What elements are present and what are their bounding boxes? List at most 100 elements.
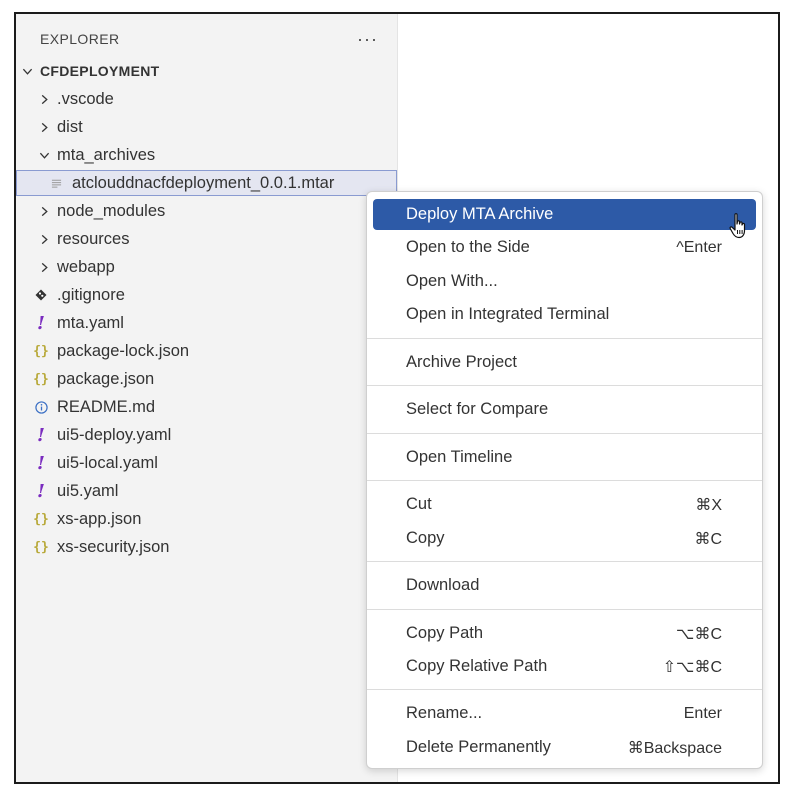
menu-separator — [367, 433, 762, 434]
tree-folder[interactable]: mta_archives — [16, 142, 397, 168]
json-icon: {} — [33, 343, 49, 359]
menu-item-label: Open Timeline — [406, 448, 513, 466]
tree-item-label: ui5.yaml — [57, 481, 119, 500]
tree-root-label: CFDEPLOYMENT — [40, 63, 160, 79]
menu-item-deploy-mta-archive[interactable]: Deploy MTA Archive — [373, 199, 756, 230]
menu-item-shortcut: ⇧⌥⌘C — [662, 658, 722, 676]
tree-item-label: README.md — [57, 397, 156, 416]
menu-item-download[interactable]: Download — [373, 570, 756, 601]
tree-file[interactable]: README.md — [16, 394, 397, 420]
chevron-right-icon — [37, 260, 51, 274]
menu-separator — [367, 385, 762, 386]
menu-item-label: Archive Project — [406, 353, 517, 371]
menu-item-label: Copy Path — [406, 624, 484, 642]
tree-item-label: .vscode — [57, 89, 114, 108]
tree-item-label: resources — [57, 229, 130, 248]
menu-item-select-for-compare[interactable]: Select for Compare — [373, 394, 756, 425]
menu-item-label: Cut — [406, 495, 432, 513]
tree-folder[interactable]: .vscode — [16, 86, 397, 112]
tree-folder[interactable]: node_modules — [16, 198, 397, 224]
json-icon: {} — [33, 371, 49, 387]
menu-separator — [367, 338, 762, 339]
tree-item-label: package-lock.json — [57, 341, 190, 360]
context-menu: Deploy MTA Archive Open to the Side ^Ent… — [366, 191, 763, 769]
menu-item-label: Delete Permanently — [406, 738, 551, 756]
menu-item-shortcut: ^Enter — [676, 238, 722, 256]
git-icon — [33, 289, 49, 301]
explorer-header: EXPLORER ··· — [40, 28, 382, 50]
menu-item-archive-project[interactable]: Archive Project — [373, 347, 756, 378]
tree-item-label: atclouddnacfdeployment_0.0.1.mtar — [72, 173, 335, 192]
menu-item-label: Open in Integrated Terminal — [406, 305, 610, 323]
menu-item-rename[interactable]: Rename... Enter — [373, 698, 756, 729]
menu-item-shortcut: ⌘X — [695, 496, 722, 514]
tree-file[interactable]: ! ui5-local.yaml — [16, 450, 397, 476]
tree-file[interactable]: {} xs-app.json — [16, 506, 397, 532]
menu-item-delete-permanently[interactable]: Delete Permanently ⌘Backspace — [373, 732, 756, 763]
chevron-right-icon — [37, 120, 51, 134]
menu-item-copy-path[interactable]: Copy Path ⌥⌘C — [373, 618, 756, 649]
menu-item-shortcut: ⌘Backspace — [627, 739, 722, 757]
chevron-right-icon — [37, 232, 51, 246]
menu-item-label: Open to the Side — [406, 238, 530, 256]
menu-item-open-to-the-side[interactable]: Open to the Side ^Enter — [373, 232, 756, 263]
menu-separator — [367, 689, 762, 690]
tree-file[interactable]: .gitignore — [16, 282, 397, 308]
menu-separator — [367, 480, 762, 481]
tree-root-cfdeployment[interactable]: CFDEPLOYMENT — [16, 58, 397, 84]
menu-item-shortcut: Enter — [683, 704, 722, 722]
tree-folder[interactable]: webapp — [16, 254, 397, 280]
yaml-icon: ! — [37, 452, 45, 474]
explorer-sidebar: EXPLORER ··· CFDEPLOYMENT .vscode dist m… — [16, 14, 398, 782]
chevron-right-icon — [37, 92, 51, 106]
json-icon: {} — [33, 511, 49, 527]
tree-folder[interactable]: resources — [16, 226, 397, 252]
lines-icon — [48, 178, 64, 189]
tree-item-label: webapp — [57, 257, 115, 276]
menu-item-label: Download — [406, 576, 480, 594]
menu-item-open-with[interactable]: Open With... — [373, 266, 756, 297]
menu-item-label: Copy Relative Path — [406, 657, 548, 675]
menu-item-copy-relative-path[interactable]: Copy Relative Path ⇧⌥⌘C — [373, 651, 756, 682]
tree-file-selected[interactable]: atclouddnacfdeployment_0.0.1.mtar — [16, 170, 397, 196]
menu-item-label: Rename... — [406, 704, 483, 722]
tree-item-label: node_modules — [57, 201, 166, 220]
tree-item-label: .gitignore — [57, 285, 125, 304]
explorer-title: EXPLORER — [40, 31, 120, 47]
menu-item-label: Copy — [406, 529, 445, 547]
yaml-icon: ! — [37, 312, 45, 334]
tree-item-label: xs-app.json — [57, 509, 142, 528]
menu-item-shortcut: ⌘C — [694, 530, 722, 548]
menu-item-copy[interactable]: Copy ⌘C — [373, 523, 756, 554]
tree-item-label: mta.yaml — [57, 313, 124, 332]
tree-folder[interactable]: dist — [16, 114, 397, 140]
chevron-down-icon — [20, 64, 34, 78]
menu-item-label: Open With... — [406, 272, 498, 290]
tree-item-label: xs-security.json — [57, 537, 170, 556]
menu-item-label: Deploy MTA Archive — [406, 205, 554, 223]
tree-item-label: package.json — [57, 369, 155, 388]
json-icon: {} — [33, 539, 49, 555]
tree-item-label: ui5-deploy.yaml — [57, 425, 172, 444]
tree-file[interactable]: ! ui5.yaml — [16, 478, 397, 504]
menu-item-shortcut: ⌥⌘C — [676, 625, 722, 643]
menu-separator — [367, 561, 762, 562]
tree-file[interactable]: {} xs-security.json — [16, 534, 397, 560]
tree-file[interactable]: ! ui5-deploy.yaml — [16, 422, 397, 448]
menu-separator — [367, 609, 762, 610]
info-icon — [33, 400, 49, 414]
menu-item-cut[interactable]: Cut ⌘X — [373, 489, 756, 520]
menu-item-open-in-integrated-terminal[interactable]: Open in Integrated Terminal — [373, 299, 756, 330]
tree-file[interactable]: {} package.json — [16, 366, 397, 392]
menu-item-label: Select for Compare — [406, 400, 549, 418]
menu-item-open-timeline[interactable]: Open Timeline — [373, 442, 756, 473]
tree-item-label: ui5-local.yaml — [57, 453, 158, 472]
tree-file[interactable]: ! mta.yaml — [16, 310, 397, 336]
hand-pointer-icon — [729, 213, 746, 239]
yaml-icon: ! — [37, 480, 45, 502]
tree-item-label: dist — [57, 117, 83, 136]
tree-file[interactable]: {} package-lock.json — [16, 338, 397, 364]
more-actions-button[interactable]: ··· — [353, 30, 382, 48]
chevron-down-icon — [37, 148, 51, 162]
tree-item-label: mta_archives — [57, 145, 156, 164]
